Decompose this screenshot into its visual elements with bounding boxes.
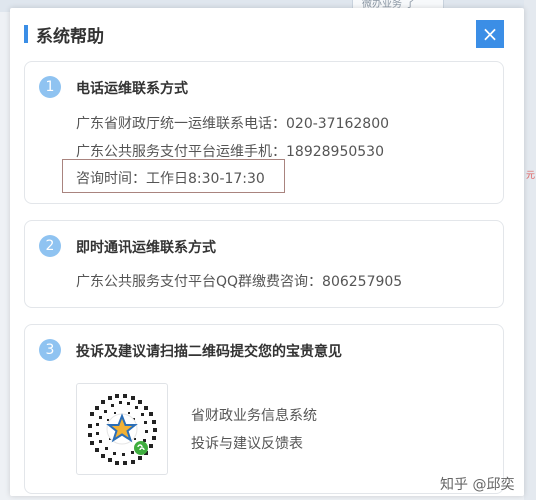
background-right-mark: 元 bbox=[526, 171, 536, 181]
qr-code-icon bbox=[82, 389, 162, 469]
im-contact-title: 即时通讯运维联系方式 bbox=[76, 240, 216, 256]
step-number-badge: 2 bbox=[39, 235, 61, 257]
phone-contact-card: 1 电话运维联系方式 广东省财政厅统一运维联系电话：020-37162800 广… bbox=[24, 61, 504, 204]
dialog-title: 系统帮助 bbox=[36, 27, 104, 47]
consult-hours: 咨询时间：工作日8:30-17:30 bbox=[76, 171, 265, 187]
qr-caption-feedback: 投诉与建议反馈表 bbox=[191, 436, 303, 452]
feedback-title: 投诉及建议请扫描二维码提交您的宝贵意见 bbox=[76, 344, 342, 360]
system-help-dialog: 系统帮助 × 1 电话运维联系方式 广东省财政厅统一运维联系电话：020-371… bbox=[10, 8, 524, 496]
qr-caption-system: 省财政业务信息系统 bbox=[191, 408, 317, 424]
qq-group-number: 广东公共服务支付平台QQ群缴费咨询：806257905 bbox=[76, 274, 403, 290]
title-accent-bar bbox=[24, 25, 28, 43]
zhihu-watermark: 知乎 @邱奕 bbox=[440, 477, 515, 493]
finance-dept-phone: 广东省财政厅统一运维联系电话：020-37162800 bbox=[76, 116, 390, 132]
dialog-title-bar: 系统帮助 × bbox=[10, 8, 524, 56]
step-number-badge: 3 bbox=[39, 339, 61, 361]
step-number-badge: 1 bbox=[39, 76, 61, 98]
feedback-qr-card: 3 投诉及建议请扫描二维码提交您的宝贵意见 省财政业务信息系统 投诉与建议反馈表 bbox=[24, 324, 504, 494]
platform-mobile: 广东公共服务支付平台运维手机：18928950530 bbox=[76, 144, 384, 160]
phone-contact-title: 电话运维联系方式 bbox=[76, 81, 188, 97]
im-contact-card: 2 即时通讯运维联系方式 广东公共服务支付平台QQ群缴费咨询：806257905 bbox=[24, 220, 504, 308]
background-right-panel: 元 bbox=[524, 0, 536, 500]
feedback-qr-code[interactable] bbox=[76, 383, 168, 475]
close-button[interactable]: × bbox=[476, 20, 504, 48]
close-icon: × bbox=[481, 22, 499, 46]
